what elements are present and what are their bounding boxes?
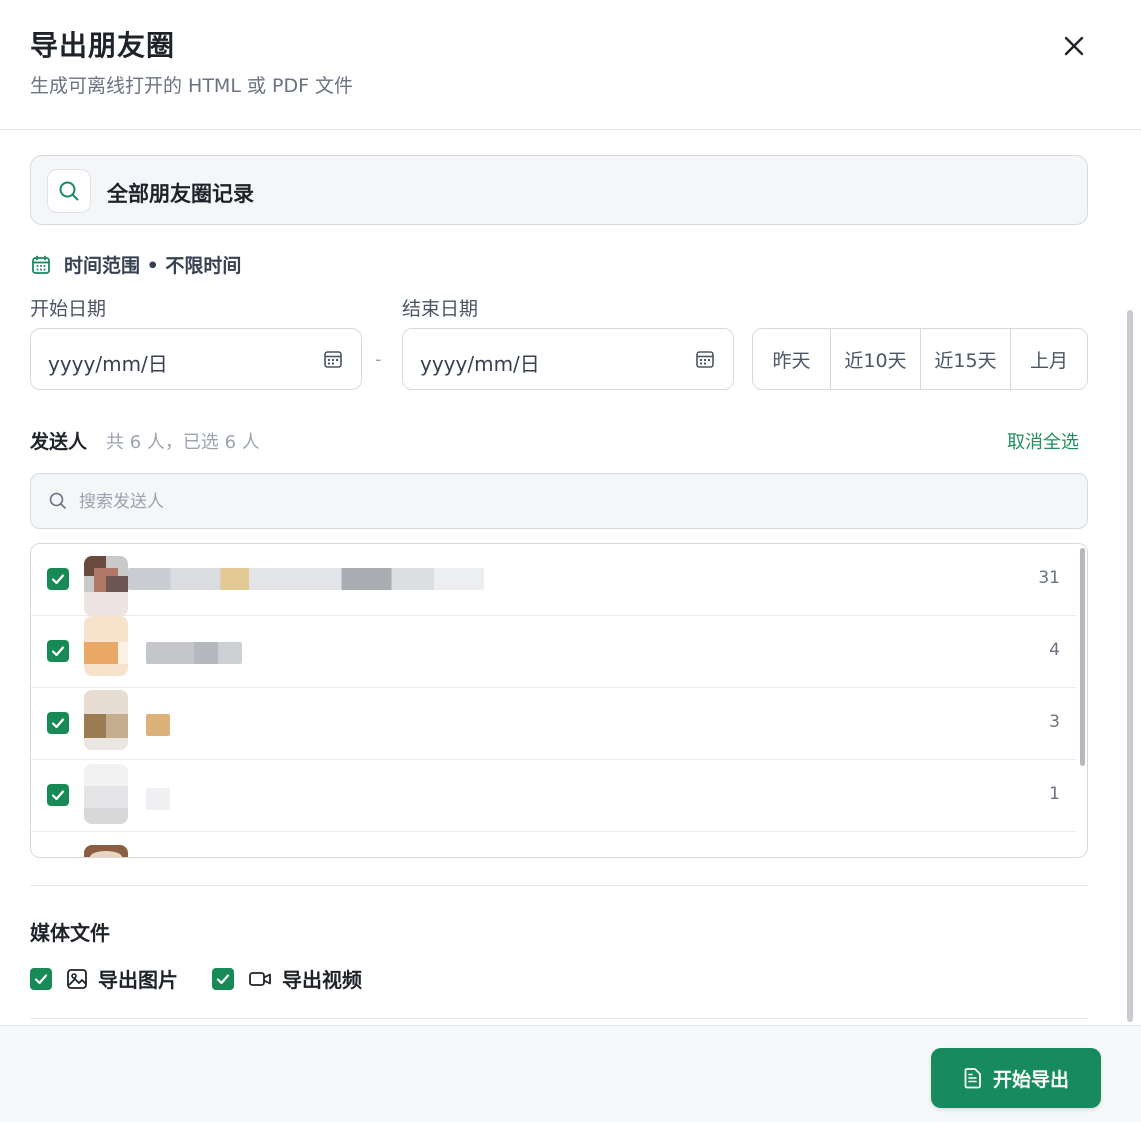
dialog-scrollbar[interactable] xyxy=(1127,310,1133,1022)
check-icon xyxy=(51,790,65,801)
export-images-label: 导出图片 xyxy=(98,968,178,992)
deselect-all-link[interactable]: 取消全选 xyxy=(1007,428,1079,454)
export-moments-dialog: 导出朋友圈 生成可离线打开的 HTML 或 PDF 文件 全部朋友圈记录 时间范… xyxy=(0,0,1141,1122)
blurred-sender-name xyxy=(146,642,242,664)
close-button[interactable] xyxy=(1058,30,1090,62)
calendar-icon[interactable] xyxy=(323,349,343,369)
export-videos-label: 导出视频 xyxy=(282,968,362,992)
start-export-label: 开始导出 xyxy=(992,1068,1069,1091)
avatar xyxy=(84,616,128,676)
quick-range-yesterday[interactable]: 昨天 xyxy=(753,329,831,389)
sender-post-count: 3 xyxy=(1049,712,1060,732)
search-icon xyxy=(59,181,79,201)
quick-range-group: 昨天 近10天 近15天 上月 xyxy=(752,328,1088,390)
sender-row[interactable]: 3 xyxy=(31,688,1076,760)
check-icon xyxy=(51,574,65,585)
section-divider xyxy=(30,885,1088,886)
sender-search-box xyxy=(30,473,1088,529)
sender-count: 共 6 人，已选 6 人 xyxy=(106,432,260,453)
sender-checkbox[interactable] xyxy=(47,568,69,590)
image-icon xyxy=(67,968,87,989)
media-options: 导出图片 导出视频 xyxy=(30,964,396,993)
start-export-button[interactable]: 开始导出 xyxy=(931,1048,1101,1108)
avatar xyxy=(84,556,128,616)
quick-range-10-days[interactable]: 近10天 xyxy=(831,329,921,389)
close-icon xyxy=(1064,36,1084,56)
end-date-input[interactable]: yyyy/mm/日 xyxy=(402,328,734,390)
sender-checkbox[interactable] xyxy=(47,784,69,806)
check-icon xyxy=(51,646,65,657)
start-date-placeholder: yyyy/mm/日 xyxy=(48,352,168,376)
scope-label: 全部朋友圈记录 xyxy=(107,182,254,206)
export-videos-option[interactable]: 导出视频 xyxy=(212,964,362,993)
scope-selector[interactable]: 全部朋友圈记录 xyxy=(30,155,1088,225)
avatar xyxy=(84,690,128,750)
scope-icon-container xyxy=(47,169,91,213)
video-icon xyxy=(249,971,271,986)
dialog-header: 导出朋友圈 生成可离线打开的 HTML 或 PDF 文件 xyxy=(0,0,1141,130)
sender-list-scrollbar[interactable] xyxy=(1080,548,1085,766)
dialog-body: 全部朋友圈记录 时间范围 • 不限时间 开始日期 结束日期 yyyy/mm/日 xyxy=(0,130,1141,1025)
blurred-sender-name xyxy=(146,714,170,736)
blurred-sender-name xyxy=(146,788,170,810)
end-date-placeholder: yyyy/mm/日 xyxy=(420,352,540,376)
start-date-label: 开始日期 xyxy=(30,298,107,320)
sender-row[interactable]: 4 xyxy=(31,616,1076,688)
calendar-icon[interactable] xyxy=(695,349,715,369)
export-videos-checkbox[interactable] xyxy=(212,967,234,990)
avatar xyxy=(84,764,128,824)
quick-range-last-month[interactable]: 上月 xyxy=(1011,329,1087,389)
sender-search-input[interactable] xyxy=(79,488,979,516)
search-icon xyxy=(49,492,66,509)
sender-row[interactable]: 1 xyxy=(31,760,1076,832)
sender-list: 31 4 3 1 xyxy=(30,543,1088,858)
media-section-title: 媒体文件 xyxy=(30,921,110,945)
time-range-label: 时间范围 • 不限时间 xyxy=(64,255,242,277)
sender-row[interactable] xyxy=(31,832,1076,857)
end-date-label: 结束日期 xyxy=(402,298,479,320)
date-separator: - xyxy=(375,349,382,370)
calendar-icon xyxy=(32,255,50,274)
quick-range-15-days[interactable]: 近15天 xyxy=(921,329,1011,389)
avatar xyxy=(84,845,128,857)
sender-post-count: 1 xyxy=(1049,784,1060,804)
sender-section-title: 发送人 xyxy=(30,431,88,453)
dialog-subtitle: 生成可离线打开的 HTML 或 PDF 文件 xyxy=(30,75,354,97)
blurred-sender-name xyxy=(128,568,484,590)
check-icon xyxy=(34,973,48,984)
export-images-option[interactable]: 导出图片 xyxy=(30,964,178,993)
start-date-input[interactable]: yyyy/mm/日 xyxy=(30,328,362,390)
check-icon xyxy=(51,718,65,729)
check-icon xyxy=(216,973,230,984)
sender-checkbox[interactable] xyxy=(47,712,69,734)
sender-row[interactable]: 31 xyxy=(31,544,1076,616)
time-range-header: 时间范围 • 不限时间 xyxy=(30,251,241,278)
dialog-title: 导出朋友圈 xyxy=(30,29,176,62)
section-divider xyxy=(30,1018,1088,1019)
dialog-footer: 开始导出 xyxy=(0,1025,1141,1122)
export-images-checkbox[interactable] xyxy=(30,967,52,990)
sender-post-count: 31 xyxy=(1038,568,1060,588)
sender-checkbox[interactable] xyxy=(47,640,69,662)
sender-post-count: 4 xyxy=(1049,640,1060,660)
document-icon xyxy=(964,1068,981,1089)
